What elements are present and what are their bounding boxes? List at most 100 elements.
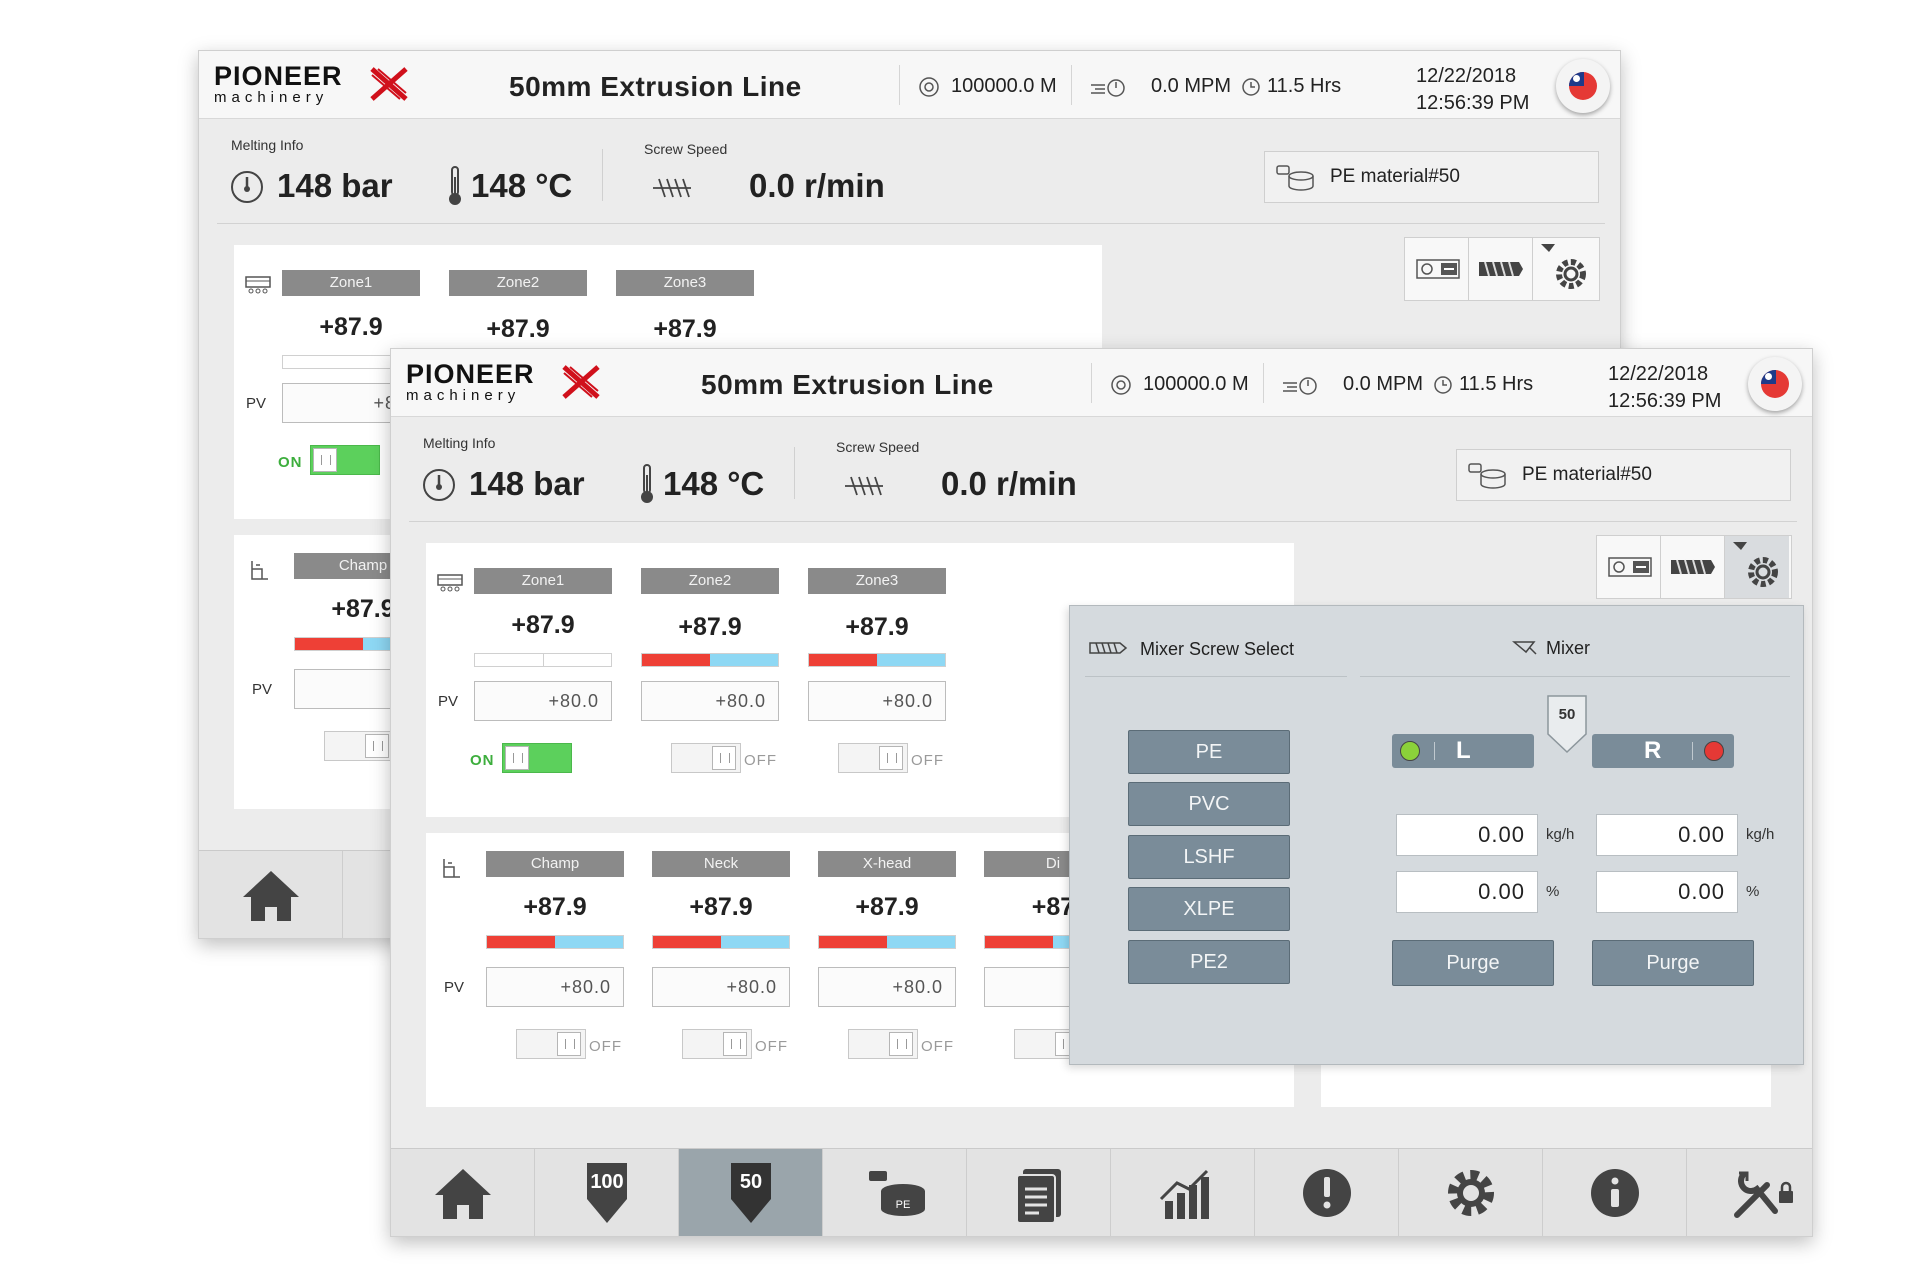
date-text: 12/22/2018 (1608, 363, 1709, 385)
alarm-icon (1303, 1169, 1351, 1217)
zone-toggle[interactable] (310, 445, 380, 475)
nav-trends[interactable] (1111, 1149, 1255, 1236)
left-kgh-input[interactable]: 0.00 (1396, 814, 1538, 856)
zone-toggle[interactable] (324, 731, 394, 761)
left-purge-button[interactable]: Purge (1392, 940, 1554, 986)
nav-alarms[interactable] (1255, 1149, 1399, 1236)
right-kgh-input[interactable]: 0.00 (1596, 814, 1738, 856)
material-name: PE material#50 (1330, 166, 1460, 187)
zone-value: +87.9 (511, 611, 575, 639)
settings-button[interactable] (1725, 536, 1789, 598)
home-icon (243, 871, 299, 921)
taiwan-flag-icon (1569, 72, 1597, 100)
hopper-gear-icon (1541, 244, 1586, 289)
status-indicator (1704, 741, 1724, 761)
hopper-gear-icon (1733, 542, 1778, 587)
speed-readout: 0.0 MPM (1151, 75, 1232, 97)
screw-icon (1089, 642, 1128, 654)
screw-button[interactable] (1469, 238, 1533, 300)
nav-documents[interactable] (967, 1149, 1111, 1236)
right-purge-button[interactable]: Purge (1592, 940, 1754, 986)
divider (409, 521, 1797, 522)
screw-option-lshf[interactable]: LSHF (1128, 835, 1290, 879)
nav-home[interactable] (391, 1149, 535, 1236)
taiwan-flag-icon (1761, 370, 1789, 398)
zone-level-bar (641, 653, 779, 667)
zone-toggle[interactable] (682, 1029, 752, 1059)
nav-hopper-50[interactable]: 50 (679, 1149, 823, 1236)
mixer-left-switch[interactable]: L (1392, 734, 1534, 768)
zone-level-bar (474, 653, 612, 667)
zone-level-bar (652, 935, 790, 949)
power-toggle-button[interactable] (1597, 536, 1661, 598)
divider (602, 149, 603, 201)
nav-hopper-100[interactable]: 100 (535, 1149, 679, 1236)
pv-label: PV (246, 395, 267, 412)
speed-gauge-icon (1283, 377, 1317, 395)
pv-input[interactable]: +80.0 (641, 681, 779, 721)
mixer-screw-select-title: Mixer Screw Select (1140, 639, 1295, 659)
pv-label: PV (438, 693, 459, 710)
zone-value: +87.9 (678, 613, 742, 641)
brand-logo: PIONEER machinery (406, 361, 606, 405)
material-select[interactable]: PE material#50 (1456, 449, 1791, 501)
thermometer-icon (641, 464, 653, 503)
time-text: 12:56:39 PM (1416, 92, 1530, 114)
power-toggle-button[interactable] (1405, 238, 1469, 300)
zone-toggle[interactable] (502, 743, 572, 773)
screw-speed-label: Screw Speed (644, 141, 728, 157)
language-button[interactable] (1748, 357, 1802, 411)
page-title: 50mm Extrusion Line (509, 71, 802, 102)
screw-option-pe2[interactable]: PE2 (1128, 940, 1290, 984)
date-text: 12/22/2018 (1416, 65, 1517, 87)
pv-input[interactable]: +80.0 (486, 967, 624, 1007)
temperature-value: 148 °C (663, 465, 765, 502)
pv-input[interactable]: +80.0 (808, 681, 946, 721)
clock-icon (1242, 78, 1260, 96)
zone-header: Zone3 (616, 270, 754, 296)
screw-option-pvc[interactable]: PVC (1128, 782, 1290, 826)
speed-gauge-icon (1091, 79, 1125, 97)
right-percent-input[interactable]: 0.00 (1596, 871, 1738, 913)
nav-info[interactable] (1543, 1149, 1687, 1236)
barrel-icon (437, 574, 463, 592)
pv-input[interactable]: +80.0 (652, 967, 790, 1007)
left-percent-input[interactable]: 0.00 (1396, 871, 1538, 913)
zone-value: +87.9 (845, 613, 909, 641)
nav-tools[interactable] (1687, 1149, 1812, 1236)
mixer-right-switch[interactable]: R (1592, 734, 1734, 768)
toggle-state-label: OFF (921, 1038, 954, 1055)
zone-value: +87.9 (486, 315, 550, 343)
material-select[interactable]: PE material#50 (1264, 151, 1599, 203)
material-pe-icon (1468, 463, 1506, 489)
pressure-gauge-icon (231, 171, 263, 203)
barrel-icon (245, 276, 271, 294)
tools-lock-icon (1734, 1171, 1793, 1218)
pv-input[interactable]: +80.0 (818, 967, 956, 1007)
zone-toggle[interactable] (838, 743, 908, 773)
zone-value: +87.9 (319, 313, 383, 341)
zone-header: X-head (818, 851, 956, 877)
zone-toggle[interactable] (848, 1029, 918, 1059)
unit-label: kg/h (1546, 826, 1575, 843)
document-icon (1016, 1169, 1061, 1224)
nav-settings[interactable] (1399, 1149, 1543, 1236)
pv-input[interactable]: +80.0 (474, 681, 612, 721)
language-button[interactable] (1556, 59, 1610, 113)
screw-button[interactable] (1661, 536, 1725, 598)
zone-toggle[interactable] (516, 1029, 586, 1059)
screw-option-xlpe[interactable]: XLPE (1128, 887, 1290, 931)
logo-mark-icon (370, 67, 408, 101)
hours-readout: 11.5 Hrs (1267, 75, 1342, 97)
nav-material[interactable]: PE (823, 1149, 967, 1236)
nav-home[interactable] (199, 851, 343, 938)
control-icon-bar (1404, 237, 1600, 301)
toggle-state-label: ON (278, 454, 303, 471)
zone-toggle[interactable] (671, 743, 741, 773)
datetime: 12/22/2018 12:56:39 PM (1416, 63, 1529, 117)
screw-option-pe[interactable]: PE (1128, 730, 1290, 774)
front-screen: PIONEER machinery 50mm Extrusion Line 10… (390, 348, 1813, 1237)
clock-icon (1434, 376, 1452, 394)
die-icon (251, 561, 268, 580)
settings-button[interactable] (1533, 238, 1597, 300)
